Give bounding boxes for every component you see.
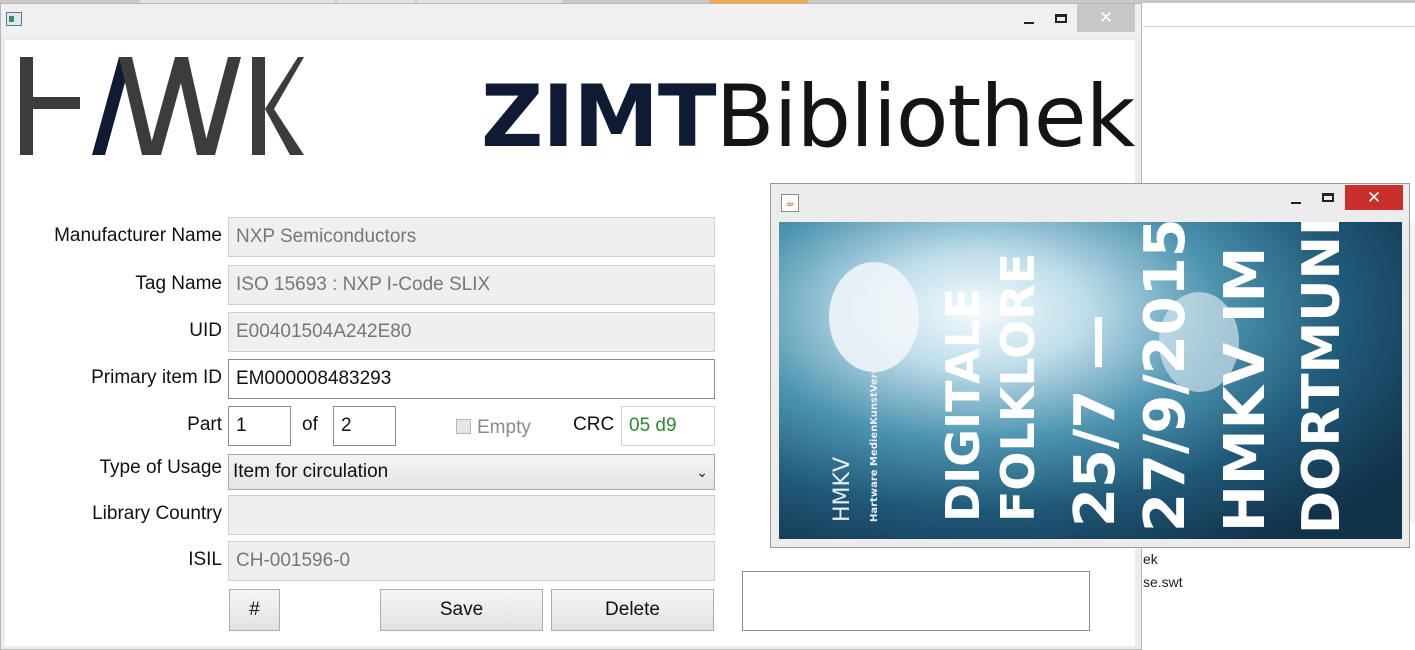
- poster-line: 25/7 —: [1063, 314, 1128, 527]
- maximize-button[interactable]: [1043, 4, 1079, 32]
- background-text: se.swt: [1143, 574, 1183, 590]
- minimize-icon: [1024, 22, 1034, 24]
- tag-name-field[interactable]: ISO 15693 : NXP I-Code SLIX: [228, 265, 715, 305]
- logo-bibliothek-text: Bibliothek: [715, 67, 1136, 167]
- app-icon: [6, 12, 22, 26]
- part-label: Part: [187, 414, 222, 435]
- close-button[interactable]: ✕: [1077, 4, 1135, 32]
- background-divider: [1143, 26, 1415, 27]
- isil-field[interactable]: CH-001596-0: [228, 541, 715, 581]
- poster-line: DORTMUNDER U: [1292, 222, 1352, 534]
- poster-small-text: Hartware MedienKunstVerein: [869, 356, 880, 522]
- chevron-down-icon: ⌄: [696, 464, 708, 480]
- usage-label: Type of Usage: [99, 457, 222, 478]
- usage-select[interactable]: Item for circulation ⌄: [228, 454, 715, 490]
- library-country-label: Library Country: [92, 503, 222, 524]
- manufacturer-label: Manufacturer Name: [54, 225, 222, 246]
- minimize-icon: [1291, 201, 1301, 204]
- minimize-button[interactable]: [1011, 4, 1047, 32]
- manufacturer-field[interactable]: NXP Semiconductors: [228, 217, 715, 257]
- background-scroll-edge: [1410, 223, 1415, 523]
- poster-line: 27/9/2015: [1133, 222, 1198, 532]
- hash-button[interactable]: #: [229, 589, 280, 631]
- camera-close-button[interactable]: ✕: [1345, 185, 1403, 210]
- title-bar: ✕: [1, 4, 1141, 35]
- hawk-logo: [20, 57, 305, 157]
- background-text: ek: [1143, 551, 1158, 567]
- maximize-icon: [1055, 13, 1067, 23]
- poster-graphic: DIGITALE FOLKLORE 25/7 — 27/9/2015 HMKV …: [829, 222, 1352, 534]
- camera-preview: DIGITALE FOLKLORE 25/7 — 27/9/2015 HMKV …: [779, 222, 1402, 539]
- poster-small-text: HMKV: [830, 457, 855, 522]
- camera-title-bar: ☕ ✕: [771, 184, 1409, 218]
- tag-name-label: Tag Name: [135, 273, 222, 294]
- hawk-logo-graphic: [20, 57, 304, 155]
- maximize-icon: [1322, 193, 1334, 202]
- camera-window: ☕ ✕ DIGITALE FOLKLORE 25/7 — 27/9/2015 H…: [770, 183, 1410, 548]
- poster-line: FOLKLORE: [991, 253, 1045, 522]
- poster-line: HMKV IM: [1213, 247, 1278, 532]
- delete-button[interactable]: Delete: [551, 589, 714, 631]
- empty-checkbox[interactable]: [456, 419, 471, 434]
- usage-selected-value: Item for circulation: [233, 461, 389, 482]
- of-input[interactable]: 2: [333, 406, 396, 446]
- logo-zimt-text: ZIMT: [481, 67, 717, 167]
- library-country-field[interactable]: [228, 495, 715, 535]
- output-textbox[interactable]: [742, 571, 1090, 631]
- primary-item-label: Primary item ID: [91, 367, 222, 388]
- uid-label: UID: [189, 320, 222, 341]
- close-icon: ✕: [1366, 187, 1382, 208]
- poster-line: DIGITALE: [936, 288, 990, 522]
- empty-label: Empty: [477, 417, 531, 438]
- primary-item-input[interactable]: EM000008483293: [228, 359, 715, 399]
- save-button[interactable]: Save: [380, 589, 543, 631]
- uid-field[interactable]: E00401504A242E80: [228, 312, 715, 352]
- part-input[interactable]: 1: [228, 406, 291, 446]
- crc-field[interactable]: 05 d9: [621, 406, 715, 446]
- zimt-bibliothek-logo: ZIMTBibliothek: [481, 72, 1135, 162]
- isil-label: ISIL: [188, 549, 222, 570]
- java-icon: ☕: [781, 194, 799, 212]
- camera-maximize-button[interactable]: [1313, 185, 1343, 210]
- camera-minimize-button[interactable]: [1281, 185, 1311, 210]
- of-label: of: [302, 414, 318, 435]
- close-icon: ✕: [1098, 8, 1114, 28]
- crc-label: CRC: [573, 414, 615, 435]
